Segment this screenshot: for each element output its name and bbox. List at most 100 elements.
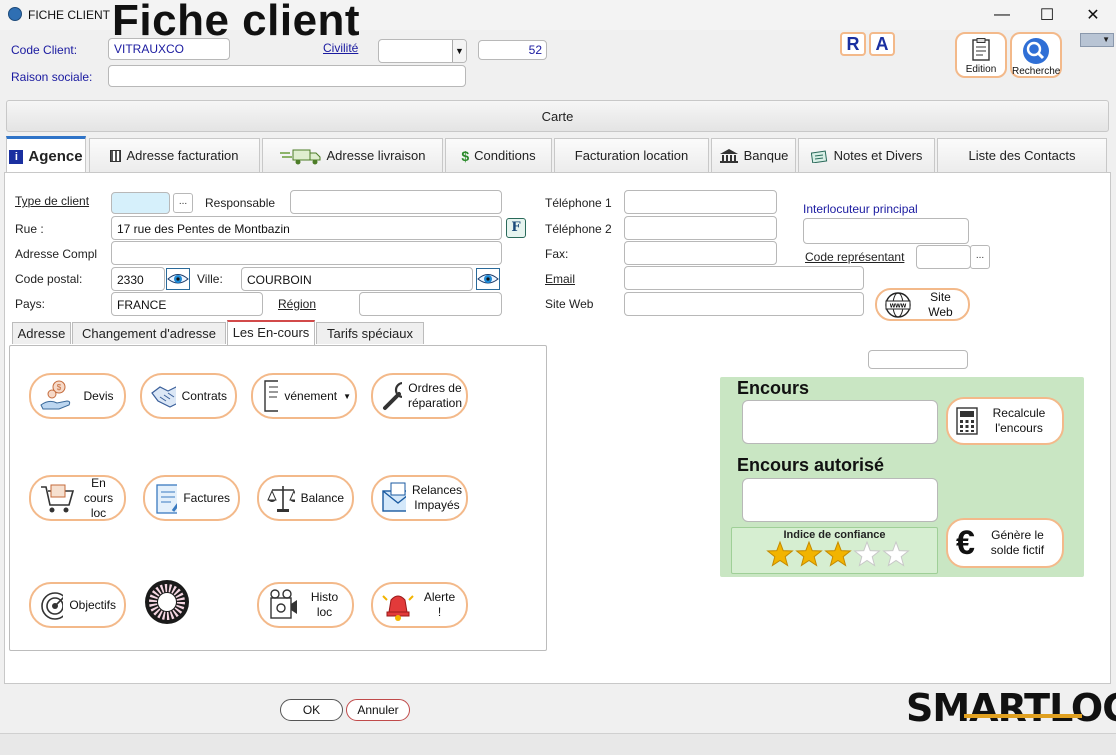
status-bar [0,733,1116,755]
star-filled-icon[interactable] [824,540,852,567]
contrats-button[interactable]: Contrats [140,373,237,419]
devis-button[interactable]: $ Devis [29,373,126,419]
document-icon [972,38,990,61]
subtab-changement-adresse[interactable]: Changement d'adresse [72,322,226,344]
dollar-icon: $ [461,147,470,164]
client-number-field[interactable]: 52 [478,40,547,60]
genere-solde-fictif-button[interactable]: € Génère le solde fictif [946,518,1064,568]
close-button[interactable]: ✕ [1070,0,1116,30]
factures-button[interactable]: Factures [143,475,240,521]
tab-adresse-facturation[interactable]: Adresse facturation [89,138,260,172]
star-filled-icon[interactable] [766,540,794,567]
invoice-pen-icon [156,484,178,514]
email-field[interactable] [624,266,864,290]
code-representant-field[interactable] [916,245,971,269]
balance-button[interactable]: Balance [257,475,354,521]
carte-button[interactable]: Carte [6,100,1109,132]
pays-field[interactable]: FRANCE [111,292,263,316]
options-dropdown[interactable]: ▼ [1080,33,1114,47]
code-representant-lookup-button[interactable]: ... [970,245,990,269]
maximize-button[interactable]: ☐ [1024,0,1070,30]
tab-banque[interactable]: Banque [711,138,796,172]
svg-text:$: $ [57,383,62,392]
recherche-label: Recherche [1012,66,1061,77]
edition-button[interactable]: Edition [955,32,1007,78]
annuler-button[interactable]: Annuler [346,699,410,721]
raison-sociale-field[interactable] [108,65,466,87]
ville-field[interactable]: COURBOIN [241,267,473,291]
minimize-button[interactable]: — [979,0,1025,30]
calculator-icon [956,407,978,435]
histo-loc-button[interactable]: Histo loc [257,582,354,628]
tab-adresse-livraison[interactable]: Adresse livraison [262,138,443,172]
alerte-button[interactable]: Alerte ! [371,582,468,628]
subtab-adresse[interactable]: Adresse [12,322,71,344]
euro-icon: € [956,524,975,562]
type-client-label: Type de client [15,194,90,208]
tab-facturation-location[interactable]: Facturation location [554,138,709,172]
tab-conditions[interactable]: $ Conditions [445,138,552,172]
building-icon [110,149,122,162]
type-client-lookup-button[interactable]: ... [173,193,193,213]
chevron-down-icon: ▼ [452,40,466,62]
extra-field[interactable] [868,350,968,369]
site-web-button[interactable]: www Site Web [875,288,970,321]
a-button[interactable]: A [869,32,895,56]
code-postal-field[interactable]: 2330 [111,267,165,291]
rue-field[interactable]: 17 rue des Pentes de Montbazin [111,216,502,240]
site-web-field[interactable] [624,292,864,316]
code-postal-label: Code postal: [15,272,83,286]
tab-liste-contacts[interactable]: Liste des Contacts [937,138,1107,172]
civilite-label: Civilité [323,41,359,55]
star-empty-icon[interactable] [882,540,910,567]
alarm-bell-icon [382,595,414,621]
r-button[interactable]: R [840,32,866,56]
region-field[interactable] [359,292,502,316]
telephone2-field[interactable] [624,216,777,240]
globe-icon: www [885,291,911,318]
bank-icon [719,148,738,163]
scale-icon [267,486,295,512]
app-icon [8,7,22,21]
encours-title: Encours [737,378,810,398]
ok-button[interactable]: OK [280,699,343,721]
handshake-icon [151,386,176,408]
eye-lookup-icon[interactable] [166,268,190,290]
encours-field[interactable] [742,400,938,444]
region-label: Région [278,297,317,311]
ordres-reparation-button[interactable]: Ordres de réparation [371,373,468,419]
star-empty-icon[interactable] [853,540,881,567]
recalcule-encours-button[interactable]: Recalcule l'encours [946,397,1064,445]
star-filled-icon[interactable] [795,540,823,567]
relances-impayes-button[interactable]: Relances Impayés [371,475,468,521]
code-client-label: Code Client: [11,43,78,57]
chevron-down-icon: ▼ [343,391,351,401]
code-client-field[interactable]: VITRAUXCO [108,38,230,60]
ville-label: Ville: [197,272,223,286]
encours-autorise-field[interactable] [742,478,938,522]
money-hand-icon: $ [40,380,71,410]
confiance-stars[interactable] [765,540,915,570]
tab-agence[interactable]: i Agence [6,136,86,174]
subtab-tarifs-speciaux[interactable]: Tarifs spéciaux [316,322,424,344]
format-address-icon[interactable]: F [506,218,526,238]
interlocuteur-field[interactable] [803,218,969,244]
telephone1-field[interactable] [624,190,777,214]
svg-text:www: www [889,302,907,309]
tab-notes-divers[interactable]: Notes et Divers [798,138,935,172]
en-cours-loc-button[interactable]: En cours loc [29,475,126,521]
civilite-select[interactable]: ▼ [378,39,467,63]
type-client-field[interactable] [111,192,170,214]
fax-field[interactable] [624,241,777,265]
eye-lookup-icon[interactable] [476,268,500,290]
logo-underline [964,714,1082,718]
wrench-icon [383,381,402,410]
evenement-button[interactable]: $ vénement ▼ [251,373,357,419]
recherche-button[interactable]: Recherche [1010,32,1062,78]
notes-icon [810,150,827,163]
adresse-compl-field[interactable] [111,241,502,265]
objectifs-button[interactable]: Objectifs [29,582,126,628]
subtab-les-en-cours[interactable]: Les En-cours [227,320,315,346]
responsable-field[interactable] [290,190,502,214]
rue-label: Rue : [15,222,44,236]
